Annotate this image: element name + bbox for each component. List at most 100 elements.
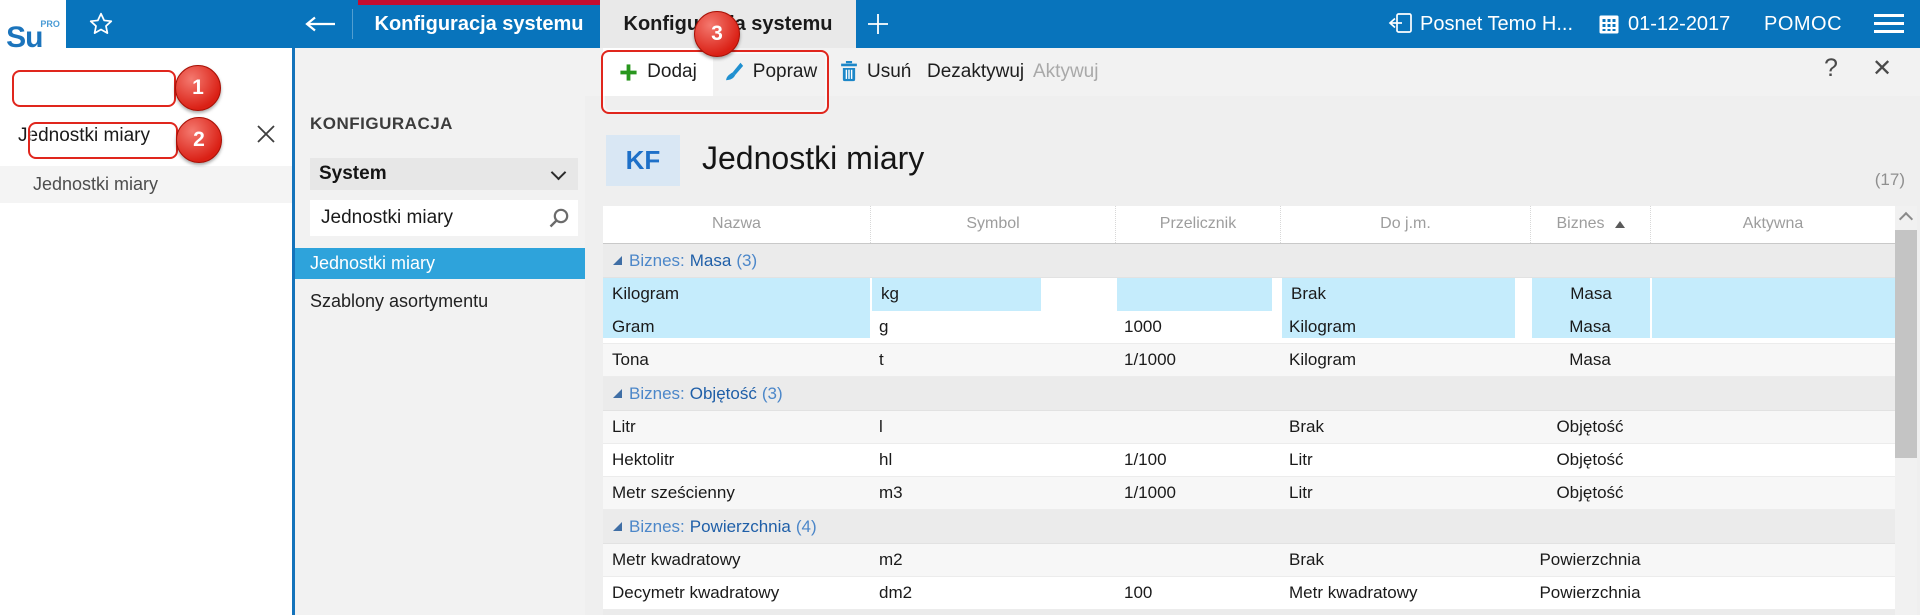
add-button-label: Dodaj (647, 61, 697, 82)
deactivate-button-label: Dezaktywuj (927, 61, 1024, 82)
column-header-label: Symbol (966, 215, 1019, 232)
search-result-label: Jednostki miary (33, 174, 158, 194)
group-collapse-icon[interactable] (613, 256, 622, 265)
table-row[interactable]: LitrlBrakObjętość (603, 411, 1895, 444)
column-header-symbol[interactable]: Symbol (870, 206, 1115, 243)
group-field-label: Biznes: (629, 517, 685, 536)
edit-button[interactable]: Popraw (713, 48, 827, 96)
tab-label: Konfiguracja systemu (375, 13, 584, 35)
panel-title: KONFIGURACJA (310, 114, 453, 134)
fiscal-printer-icon[interactable] (1388, 12, 1414, 36)
cell-przelicznik: 1/1000 (1115, 477, 1270, 510)
group-value: Masa (690, 251, 732, 270)
vertical-scrollbar[interactable] (1895, 206, 1917, 615)
toolbar-close-icon[interactable]: ✕ (1872, 54, 1892, 83)
cell-przelicznik (1115, 411, 1270, 444)
column-header-do-j-m-[interactable]: Do j.m. (1280, 206, 1530, 243)
table-row[interactable]: Metr sześciennym31/1000LitrObjętość (603, 477, 1895, 510)
scroll-up-arrow-icon[interactable] (1899, 212, 1913, 226)
column-header-label: Przelicznik (1160, 215, 1236, 232)
edit-button-label: Popraw (753, 61, 817, 82)
global-search-panel: Jednostki miary (0, 48, 292, 615)
device-name[interactable]: Posnet Temo H... (1420, 0, 1573, 48)
cell-symbol: dm2 (870, 577, 1039, 610)
cell-przelicznik: 100 (1115, 577, 1270, 610)
tab-konfiguracja-systemu-1[interactable]: Konfiguracja systemu (358, 0, 600, 48)
config-item[interactable]: Jednostki miary (295, 248, 585, 279)
column-header-label: Do j.m. (1380, 215, 1431, 232)
config-item[interactable]: Szablony asortymentu (295, 286, 585, 317)
tab-accent-stripe (358, 0, 600, 5)
group-count: (3) (762, 384, 783, 403)
favorites-star-icon[interactable] (88, 11, 114, 37)
new-tab-plus-icon[interactable] (866, 12, 890, 36)
cell-symbol: hl (870, 444, 1039, 477)
config-search-input[interactable] (319, 200, 538, 236)
record-count: (17) (1875, 170, 1905, 190)
config-search-box (310, 200, 578, 236)
cell-przelicznik (1115, 544, 1270, 577)
column-header-label: Biznes (1556, 215, 1604, 232)
close-search-icon[interactable] (256, 124, 276, 144)
group-row[interactable]: Biznes:Masa(3) (603, 244, 1895, 278)
column-header-label: Nazwa (712, 215, 761, 232)
sort-ascending-icon (1615, 221, 1625, 228)
hamburger-menu-icon[interactable] (1874, 14, 1904, 34)
cell-przelicznik (1115, 278, 1272, 311)
category-dropdown[interactable]: System (310, 158, 578, 190)
page-title: Jednostki miary (702, 140, 924, 177)
chevron-down-icon (551, 165, 567, 181)
calendar-icon[interactable] (1598, 13, 1620, 35)
cell-przelicznik: 1000 (1115, 311, 1270, 344)
cell-biznes: Powierzchnia (1530, 577, 1650, 615)
table-row[interactable]: Hektolitrhl1/100LitrObjętość (603, 444, 1895, 477)
cell-symbol: l (870, 411, 1039, 444)
cell-symbol: m3 (870, 477, 1039, 510)
deactivate-button[interactable]: Dezaktywuj (927, 48, 1024, 96)
cell-nazwa: Decymetr kwadratowy (603, 577, 870, 615)
back-arrow-icon[interactable] (303, 16, 337, 32)
cell-dojm: Litr (1280, 477, 1513, 537)
cell-przelicznik: 1/100 (1115, 444, 1270, 477)
toolbar-help-icon[interactable]: ? (1824, 54, 1838, 83)
cell-aktywna (1650, 577, 1895, 615)
search-icon[interactable] (548, 207, 570, 229)
current-date[interactable]: 01-12-2017 (1628, 0, 1730, 48)
logo-text: Su (6, 21, 42, 54)
cell-biznes: Objętość (1530, 477, 1650, 537)
table-body: Biznes:Masa(3)KilogramkgBrakMasaGramg100… (603, 244, 1895, 610)
cell-dojm: Metr kwadratowy (1280, 577, 1513, 615)
column-header-biznes[interactable]: Biznes (1530, 206, 1650, 243)
help-menu[interactable]: POMOC (1764, 0, 1842, 48)
group-collapse-icon[interactable] (613, 389, 622, 398)
group-value: Powierzchnia (690, 517, 791, 536)
cell-biznes: Masa (1530, 344, 1650, 404)
table-row[interactable]: Metr kwadratowym2BrakPowierzchnia (603, 544, 1895, 577)
scrollbar-thumb[interactable] (1895, 230, 1917, 458)
cell-symbol: g (870, 311, 1039, 344)
cell-symbol: t (870, 344, 1039, 377)
annotation-badge-1: 1 (175, 65, 221, 111)
annotation-badge-2: 2 (176, 117, 222, 163)
app-logo[interactable]: SuPRO (0, 0, 66, 48)
table-row[interactable]: Tonat1/1000KilogramMasa (603, 344, 1895, 377)
table-row[interactable]: Decymetr kwadratowydm2100Metr kwadratowy… (603, 577, 1895, 610)
table-row[interactable]: Gramg1000KilogramMasa (603, 311, 1895, 344)
column-header-nazwa[interactable]: Nazwa (603, 206, 870, 243)
cell-przelicznik: 1/1000 (1115, 344, 1270, 377)
activate-button-disabled[interactable]: Aktywuj (1033, 48, 1098, 96)
add-button[interactable]: Dodaj (603, 48, 713, 96)
configuration-panel: KONFIGURACJA System Jednostki miary Szabl… (295, 48, 585, 615)
cell-aktywna (1650, 477, 1895, 537)
search-result-item[interactable]: Jednostki miary (0, 166, 292, 203)
module-badge: KF (606, 135, 680, 186)
category-dropdown-value: System (319, 163, 387, 184)
table-row[interactable]: KilogramkgBrakMasa (603, 278, 1895, 311)
column-header-aktywna[interactable]: Aktywna (1650, 206, 1895, 243)
annotation-badge-3: 3 (694, 11, 740, 57)
group-collapse-icon[interactable] (613, 522, 622, 531)
group-count: (4) (796, 517, 817, 536)
column-header-przelicznik[interactable]: Przelicznik (1115, 206, 1280, 243)
config-item-label: Jednostki miary (310, 253, 435, 273)
delete-button[interactable]: Usuń (840, 48, 911, 96)
